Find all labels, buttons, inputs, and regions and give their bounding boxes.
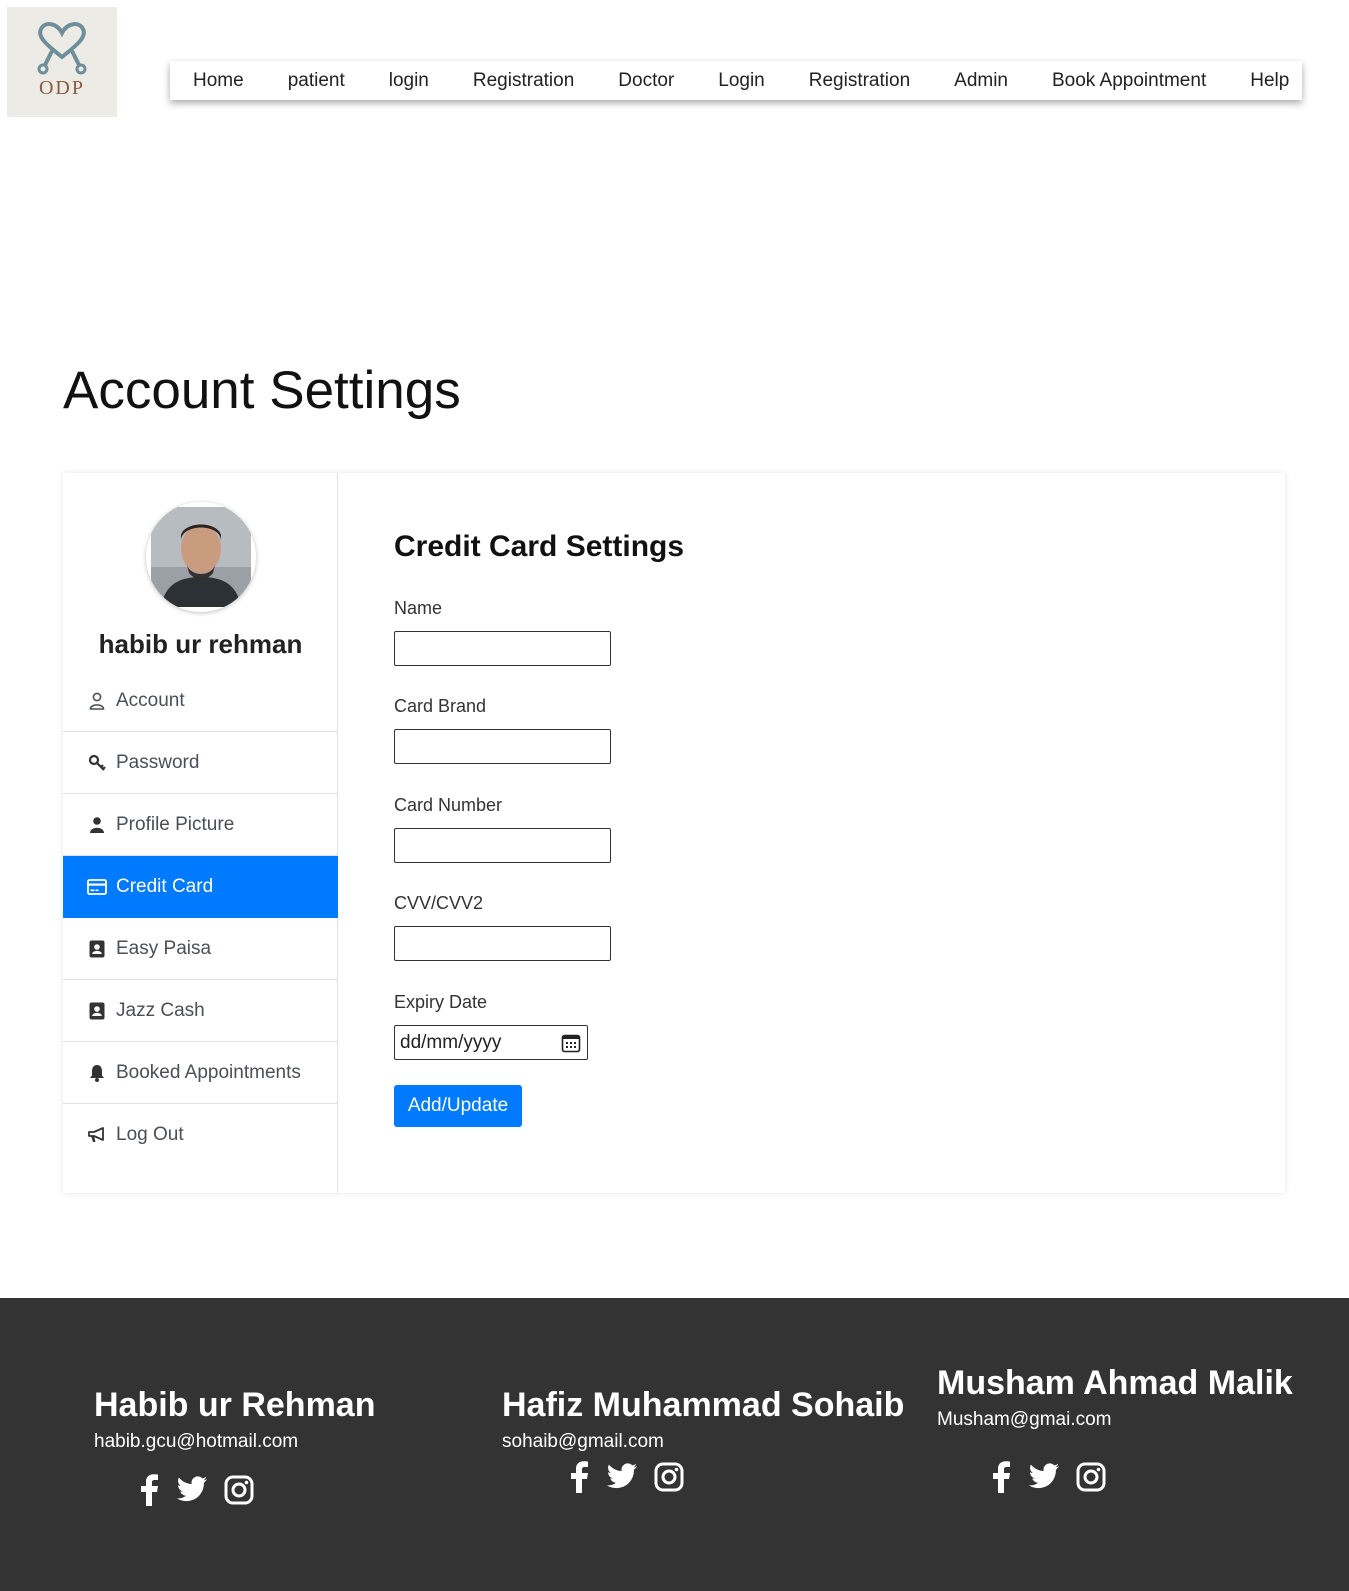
nav-doctor[interactable]: Doctor	[618, 70, 674, 92]
facebook-icon[interactable]	[990, 1461, 1012, 1493]
sidebar-item-account[interactable]: Account	[63, 670, 338, 732]
author-email[interactable]: habib.gcu@hotmail.com	[94, 1431, 375, 1453]
instagram-icon[interactable]	[224, 1475, 254, 1505]
sidebar-item-label: Credit Card	[116, 875, 214, 897]
footer-author: Hafiz Muhammad Sohaib sohaib@gmail.com	[502, 1386, 904, 1453]
sidebar-item-log-out[interactable]: Log Out	[63, 1104, 338, 1166]
user-photo-avatar	[151, 507, 251, 607]
sidebar-item-label: Log Out	[116, 1124, 184, 1145]
social-links	[568, 1461, 700, 1493]
expiry-date-label: Expiry Date	[394, 992, 488, 1012]
calendar-icon[interactable]	[561, 1033, 581, 1059]
nav-patient-registration[interactable]: Registration	[473, 70, 574, 92]
user-outline-icon	[87, 691, 107, 711]
twitter-icon[interactable]	[606, 1463, 638, 1491]
author-name: Musham Ahmad Malik	[937, 1364, 1293, 1402]
instagram-icon[interactable]	[654, 1462, 684, 1492]
sidebar-item-label: Booked Appointments	[116, 1061, 301, 1083]
facebook-icon[interactable]	[568, 1461, 590, 1493]
stethoscope-heart-icon	[37, 22, 87, 75]
nav-admin[interactable]: Admin	[954, 70, 1008, 92]
section-title: Credit Card Settings	[394, 530, 685, 563]
key-icon	[87, 753, 107, 773]
profile-name: habib ur rehman	[98, 629, 303, 659]
sidebar-item-easy-paisa[interactable]: Easy Paisa	[63, 918, 338, 980]
card-brand-field[interactable]	[394, 729, 611, 764]
twitter-icon[interactable]	[176, 1476, 208, 1504]
bell-icon	[87, 1063, 107, 1083]
cvv-label: CVV/CVV2	[394, 893, 484, 913]
nav-patient[interactable]: patient	[288, 70, 345, 92]
nav-doctor-registration[interactable]: Registration	[809, 70, 910, 92]
card-name-field[interactable]	[394, 631, 611, 666]
nav-book-appointment[interactable]: Book Appointment	[1052, 70, 1206, 92]
cvv-field[interactable]	[394, 926, 611, 961]
sidebar-item-label: Easy Paisa	[116, 937, 212, 959]
sidebar-item-password[interactable]: Password	[63, 732, 338, 794]
credit-card-settings-panel: Credit Card Settings Name Card Brand Car…	[339, 473, 1285, 1193]
facebook-icon[interactable]	[138, 1474, 160, 1506]
sidebar-item-booked-appointments[interactable]: Booked Appointments	[63, 1042, 338, 1104]
nav-help[interactable]: Help	[1250, 70, 1289, 92]
nav-doctor-login[interactable]: Login	[718, 70, 765, 92]
sidebar-item-jazz-cash[interactable]: Jazz Cash	[63, 980, 338, 1042]
sidebar-item-label: Profile Picture	[116, 813, 235, 835]
author-email[interactable]: Musham@gmai.com	[937, 1409, 1293, 1431]
author-email[interactable]: sohaib@gmail.com	[502, 1431, 904, 1453]
logo-text: ODP	[38, 77, 85, 99]
expiry-date-placeholder: dd/mm/yyyy	[400, 1031, 502, 1053]
main-navbar: Home patient login Registration Doctor L…	[170, 61, 1302, 100]
sidebar-item-label: Account	[116, 689, 185, 711]
instagram-icon[interactable]	[1076, 1462, 1106, 1492]
settings-card: habib ur rehman Account Password Profile…	[63, 473, 1285, 1193]
nav-home[interactable]: Home	[193, 70, 244, 92]
author-name: Habib ur Rehman	[94, 1386, 376, 1424]
sidebar-item-label: Jazz Cash	[116, 999, 205, 1021]
sidebar-item-label: Password	[116, 751, 200, 773]
address-book-icon	[87, 939, 107, 959]
card-number-field[interactable]	[394, 828, 611, 863]
address-book-icon	[87, 1001, 107, 1021]
card-brand-label: Card Brand	[394, 696, 487, 716]
credit-card-icon	[87, 877, 107, 897]
twitter-icon[interactable]	[1028, 1463, 1060, 1491]
sidebar-item-profile-picture[interactable]: Profile Picture	[63, 794, 338, 856]
footer-author: Musham Ahmad Malik Musham@gmai.com	[937, 1364, 1293, 1431]
name-label: Name	[394, 598, 443, 618]
nav-patient-login[interactable]: login	[389, 70, 429, 92]
settings-sidebar: habib ur rehman Account Password Profile…	[63, 473, 338, 1193]
author-name: Hafiz Muhammad Sohaib	[502, 1386, 905, 1424]
card-number-label: Card Number	[394, 795, 503, 815]
user-solid-icon	[87, 815, 107, 835]
expiry-date-field[interactable]: dd/mm/yyyy	[394, 1025, 588, 1060]
page-title: Account Settings	[63, 361, 461, 420]
social-links	[990, 1461, 1122, 1493]
bullhorn-icon	[87, 1125, 107, 1145]
site-logo[interactable]: ODP	[7, 7, 117, 117]
add-update-button[interactable]: Add/Update	[394, 1085, 522, 1127]
avatar	[146, 502, 256, 612]
social-links	[138, 1474, 270, 1506]
settings-menu: Account Password Profile Picture Credit …	[63, 670, 338, 1166]
sidebar-item-credit-card[interactable]: Credit Card	[63, 856, 338, 918]
footer-author: Habib ur Rehman habib.gcu@hotmail.com	[94, 1386, 375, 1453]
footer: Habib ur Rehman habib.gcu@hotmail.com Ha…	[0, 1298, 1349, 1591]
